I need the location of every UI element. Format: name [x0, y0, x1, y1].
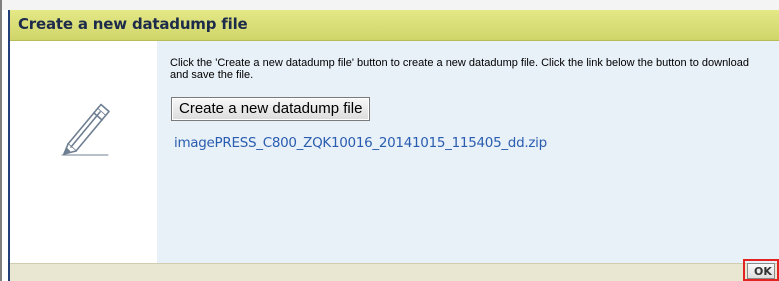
page-background: Create a new datadump file Click the 'Cr… — [0, 0, 779, 281]
ok-button[interactable]: OK — [747, 263, 775, 279]
create-datadump-button[interactable]: Create a new datadump file — [171, 97, 371, 121]
datadump-file-link[interactable]: imagePRESS_C800_ZQK10016_20141015_115405… — [174, 135, 547, 151]
icon-panel — [10, 41, 157, 263]
datadump-dialog: Create a new datadump file Click the 'Cr… — [8, 10, 779, 281]
background-strip — [2, 0, 779, 10]
instructions-text: Click the 'Create a new datadump file' b… — [170, 57, 749, 81]
window-edge — [0, 0, 2, 281]
content-panel: Click the 'Create a new datadump file' b… — [157, 41, 779, 263]
dialog-title-bar: Create a new datadump file — [10, 10, 779, 41]
pencil-icon — [61, 103, 110, 156]
dialog-title: Create a new datadump file — [18, 15, 248, 33]
dialog-footer — [10, 263, 779, 281]
